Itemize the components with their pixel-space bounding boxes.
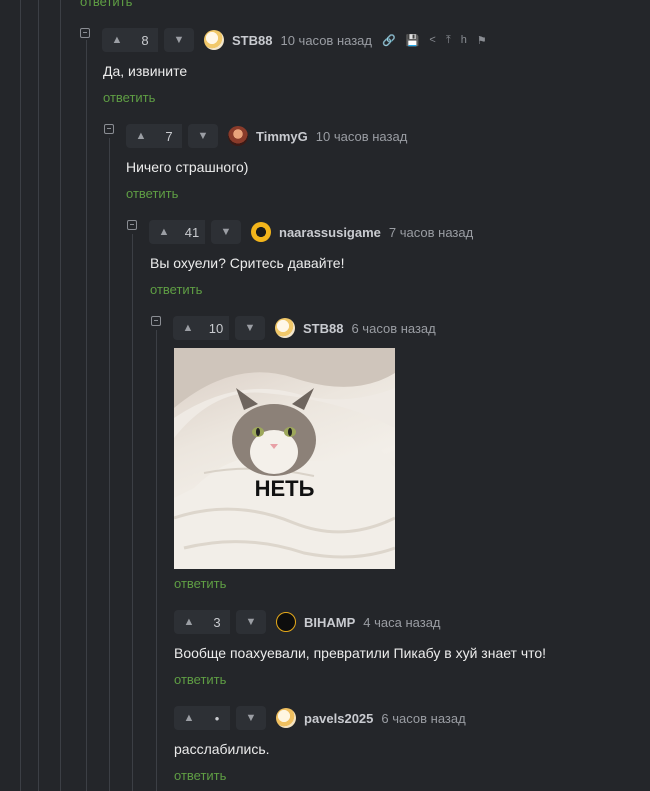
author-name[interactable]: pavels2025 [304, 711, 373, 726]
thread-line [38, 0, 39, 791]
comment-text: Вы охуели? Сритесь давайте! [150, 255, 345, 271]
collapse-toggle[interactable] [127, 220, 137, 230]
avatar[interactable] [228, 126, 248, 146]
upvote-icon[interactable]: ▲ [126, 124, 156, 148]
upvote-icon[interactable]: ▲ [149, 220, 179, 244]
go-to-parent-icon[interactable]: ⤒ [446, 34, 451, 47]
comment: ▲ 10 ▼ STB88 6 часов назад [151, 316, 436, 340]
reply-link[interactable]: ответить [103, 90, 155, 105]
comment: ▲ 41 ▼ naarassusigame 7 часов назад [127, 220, 473, 244]
rating: • [204, 706, 230, 730]
rating: 8 [132, 28, 158, 52]
avatar[interactable] [276, 708, 296, 728]
comment: ▲ 3 ▼ BIHAMP 4 часа назад [174, 610, 441, 634]
author-name[interactable]: naarassusigame [279, 225, 381, 240]
save-icon[interactable]: 💾 [406, 34, 420, 47]
vote-widget: ▲ 41 ▼ [149, 220, 241, 244]
thread-line [20, 0, 21, 791]
author-name[interactable]: STB88 [232, 33, 272, 48]
comment-time[interactable]: 6 часов назад [351, 321, 435, 336]
downvote-icon[interactable]: ▼ [235, 316, 265, 340]
reply-link[interactable]: ответить [174, 576, 226, 591]
vote-widget: ▲ • ▼ [174, 706, 266, 730]
upvote-icon[interactable]: ▲ [174, 610, 204, 634]
thread-line [109, 138, 110, 791]
comment-time[interactable]: 10 часов назад [316, 129, 408, 144]
comment-header: ▲ 10 ▼ STB88 6 часов назад [173, 316, 436, 340]
comment-time[interactable]: 4 часа назад [363, 615, 440, 630]
downvote-icon[interactable]: ▼ [164, 28, 194, 52]
comment-header: ▲ • ▼ pavels2025 6 часов назад [174, 706, 466, 730]
thread-line [156, 330, 157, 791]
comment: ▲ 8 ▼ STB88 10 часов назад 🔗 💾 < ⤒ h ⚑ [80, 28, 487, 52]
author-name[interactable]: TimmyG [256, 129, 308, 144]
comment-actions: 🔗 💾 < ⤒ h ⚑ [382, 34, 487, 47]
cat-picture [174, 348, 395, 569]
upvote-icon[interactable]: ▲ [174, 706, 204, 730]
vote-widget: ▲ 3 ▼ [174, 610, 266, 634]
avatar[interactable] [204, 30, 224, 50]
comment-header: ▲ 8 ▼ STB88 10 часов назад 🔗 💾 < ⤒ h ⚑ [102, 28, 487, 52]
downvote-icon[interactable]: ▼ [188, 124, 218, 148]
upvote-icon[interactable]: ▲ [173, 316, 203, 340]
comment-header: ▲ 7 ▼ TimmyG 10 часов назад [126, 124, 407, 148]
comment-text: Да, извините [103, 63, 188, 79]
comment-text: расслабились. [174, 741, 270, 757]
rating: 7 [156, 124, 182, 148]
collapse-toggle[interactable] [104, 124, 114, 134]
comment-time[interactable]: 7 часов назад [389, 225, 473, 240]
comment-time[interactable]: 10 часов назад [280, 33, 372, 48]
vote-widget: ▲ 7 ▼ [126, 124, 218, 148]
comment-text: Вообще поахуевали, превратили Пикабу в х… [174, 645, 547, 661]
collapse-toggle[interactable] [151, 316, 161, 326]
reply-link[interactable]: ответить [174, 768, 226, 783]
reply-link[interactable]: ответить [150, 282, 202, 297]
upvote-icon[interactable]: ▲ [102, 28, 132, 52]
downvote-icon[interactable]: ▼ [211, 220, 241, 244]
link-icon[interactable]: 🔗 [382, 34, 396, 47]
comment-text: Ничего страшного) [126, 159, 249, 175]
reply-link[interactable]: ответить [126, 186, 178, 201]
comment-image[interactable]: НЕТЬ [174, 348, 395, 569]
comment-header: ▲ 3 ▼ BIHAMP 4 часа назад [174, 610, 441, 634]
image-caption: НЕТЬ [254, 476, 315, 501]
branch-icon[interactable]: h [461, 34, 467, 46]
comment: ▲ • ▼ pavels2025 6 часов назад [174, 706, 466, 730]
author-name[interactable]: STB88 [303, 321, 343, 336]
thread-line [86, 40, 87, 791]
thread-line [60, 0, 61, 791]
author-name[interactable]: BIHAMP [304, 615, 355, 630]
avatar[interactable] [251, 222, 271, 242]
vote-widget: ▲ 10 ▼ [173, 316, 265, 340]
reply-link[interactable]: ответить [174, 672, 226, 687]
avatar[interactable] [275, 318, 295, 338]
downvote-icon[interactable]: ▼ [236, 706, 266, 730]
thread-line [132, 234, 133, 791]
comment-header: ▲ 41 ▼ naarassusigame 7 часов назад [149, 220, 473, 244]
collapse-toggle[interactable] [80, 28, 90, 38]
comment: ▲ 7 ▼ TimmyG 10 часов назад [104, 124, 407, 148]
rating: 41 [179, 220, 205, 244]
flag-icon[interactable]: ⚑ [477, 34, 487, 47]
rating: 3 [204, 610, 230, 634]
reply-link[interactable]: ответить [80, 0, 132, 9]
avatar[interactable] [276, 612, 296, 632]
comment-time[interactable]: 6 часов назад [381, 711, 465, 726]
downvote-icon[interactable]: ▼ [236, 610, 266, 634]
vote-widget: ▲ 8 ▼ [102, 28, 194, 52]
rating: 10 [203, 316, 229, 340]
share-icon[interactable]: < [429, 34, 435, 46]
